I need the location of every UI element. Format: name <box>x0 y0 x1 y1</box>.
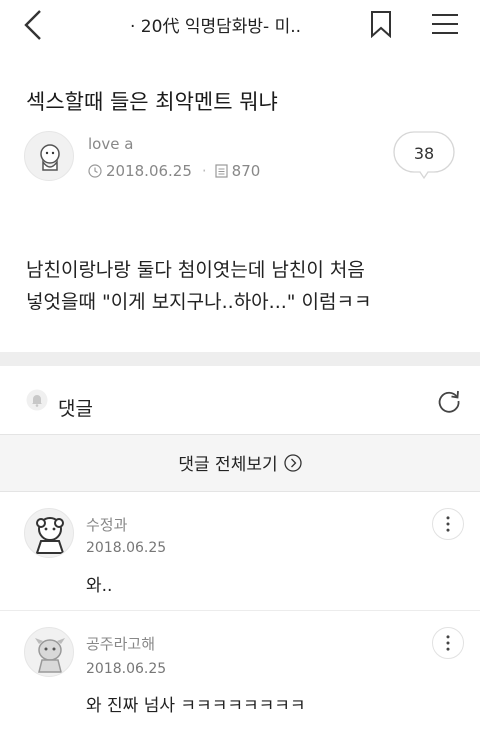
author-name[interactable]: love a <box>88 135 133 153</box>
comments-label: 댓글 <box>58 398 93 420</box>
post-meta: 2018.06.25 · 870 <box>88 162 260 180</box>
comment-date: 2018.06.25 <box>86 540 167 556</box>
comment-date: 2018.06.25 <box>86 661 167 677</box>
view-all-comments-button[interactable]: 댓글 전체보기 <box>0 450 480 475</box>
comment-text: 와 진짜 넘사 ㅋㅋㅋㅋㅋㅋㅋㅋ <box>86 696 306 716</box>
comment-text: 와.. <box>86 576 113 596</box>
comment-count[interactable]: 38 <box>392 144 456 163</box>
post-content-line: 남친이랑나랑 둘다 첨이엿는데 남친이 처음 <box>26 259 365 281</box>
chevron-right-circle-icon <box>283 453 302 472</box>
top-bar: · 20代 익명담화방- 미.. <box>0 0 480 50</box>
comment-item: 수정과 2018.06.25 와.. <box>0 492 480 610</box>
author-avatar[interactable] <box>24 131 74 181</box>
commenter-avatar[interactable] <box>24 627 74 677</box>
post-content-line: 넣엇을때 "이게 보지구나..하아..." 이럼ㅋㅋ <box>26 291 372 313</box>
bookmark-icon[interactable] <box>370 10 392 38</box>
bell-icon[interactable] <box>26 389 48 411</box>
view-all-comments-label: 댓글 전체보기 <box>178 455 278 475</box>
refresh-icon[interactable] <box>436 388 462 414</box>
clock-icon <box>88 164 102 178</box>
more-options-icon[interactable] <box>432 508 464 540</box>
post-content: 남친이랑나랑 둘다 첨이엿는데 남친이 처음 넣엇을때 "이게 보지구나..하아… <box>26 254 466 318</box>
hamburger-menu-icon[interactable] <box>432 12 458 36</box>
commenter-avatar[interactable] <box>24 508 74 558</box>
section-divider <box>0 352 480 366</box>
post-title: 섹스할때 들은 최악멘트 뭐냐 <box>26 90 278 114</box>
comment-item: 공주라고해 2018.06.25 와 진짜 넘사 ㅋㅋㅋㅋㅋㅋㅋㅋ <box>0 611 480 732</box>
back-arrow-icon[interactable] <box>18 8 48 42</box>
document-icon <box>215 164 228 178</box>
more-options-icon[interactable] <box>432 627 464 659</box>
commenter-name[interactable]: 수정과 <box>86 514 127 535</box>
character-avatar-icon <box>40 144 60 171</box>
character-avatar-icon <box>35 638 65 673</box>
post-views: 870 <box>231 162 261 180</box>
commenter-name[interactable]: 공주라고해 <box>86 633 155 654</box>
post-date: 2018.06.25 <box>106 162 192 180</box>
board-title[interactable]: · 20代 익명담화방- 미.. <box>130 12 301 37</box>
meta-separator: · <box>201 162 207 180</box>
puppy-avatar-icon <box>35 517 65 554</box>
